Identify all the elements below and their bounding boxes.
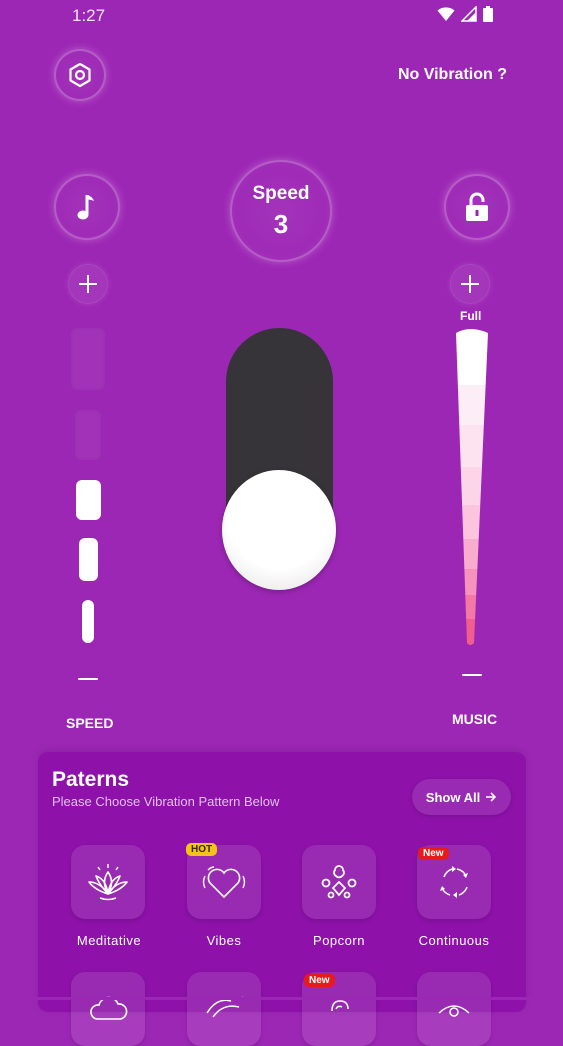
music-button[interactable] bbox=[54, 174, 120, 240]
patterns-title: Paterns bbox=[52, 768, 130, 791]
refresh-cycle-icon bbox=[440, 866, 468, 898]
show-all-label: Show All bbox=[425, 789, 481, 805]
speed-bar-5[interactable] bbox=[71, 328, 105, 390]
swirl-icon bbox=[331, 1000, 349, 1012]
wifi-icon bbox=[437, 7, 455, 21]
pattern-tile-swirl[interactable]: New bbox=[302, 972, 376, 1046]
music-volume-bar[interactable] bbox=[450, 325, 494, 650]
music-decrease-button[interactable] bbox=[462, 674, 482, 676]
pattern-label-meditative: Meditative bbox=[76, 933, 142, 948]
pattern-label-vibes: Vibes bbox=[206, 933, 242, 948]
arrow-right-icon bbox=[486, 792, 497, 802]
plus-icon bbox=[79, 275, 97, 293]
lotus-icon bbox=[88, 864, 128, 901]
settings-hexagon-icon bbox=[69, 62, 91, 88]
speed-bar-4[interactable] bbox=[75, 410, 101, 460]
pattern-tile-popcorn[interactable] bbox=[302, 845, 376, 919]
heart-vibes-icon bbox=[202, 866, 246, 899]
unlock-icon bbox=[466, 192, 488, 221]
signal-icon bbox=[461, 6, 477, 22]
plus-icon bbox=[461, 275, 479, 293]
no-vibration-link[interactable]: No Vibration ? bbox=[398, 66, 507, 84]
pattern-tile-cloud[interactable] bbox=[71, 972, 145, 1046]
speed-bar-1[interactable] bbox=[82, 600, 94, 643]
popcorn-icon bbox=[321, 865, 357, 899]
pattern-label-popcorn: Popcorn bbox=[313, 933, 365, 948]
status-icons bbox=[437, 6, 493, 22]
speed-increase-button[interactable] bbox=[68, 264, 108, 304]
speed-bar-2[interactable] bbox=[79, 538, 98, 581]
pattern-label-continuous: Continuous bbox=[418, 933, 490, 948]
pattern-tile-waves[interactable] bbox=[187, 972, 261, 1046]
eye-icon bbox=[438, 1005, 470, 1017]
lock-button[interactable] bbox=[444, 174, 510, 240]
music-increase-button[interactable] bbox=[450, 264, 490, 304]
status-time: 1:27 bbox=[72, 6, 106, 25]
speed-display: Speed 3 bbox=[230, 160, 332, 262]
music-full-label: Full bbox=[460, 309, 482, 323]
pattern-tile-continuous[interactable]: New bbox=[417, 845, 491, 919]
vibration-toggle-knob[interactable] bbox=[222, 470, 336, 590]
battery-icon bbox=[483, 6, 493, 22]
new-badge: New bbox=[304, 974, 335, 987]
speed-label: SPEED bbox=[66, 715, 114, 731]
speed-bar-3[interactable] bbox=[76, 480, 101, 520]
waves-icon bbox=[206, 996, 244, 1018]
pattern-tile-eye[interactable] bbox=[417, 972, 491, 1046]
new-badge: New bbox=[418, 847, 449, 860]
pattern-tile-vibes[interactable]: HOT bbox=[186, 843, 261, 919]
pattern-tile-meditative[interactable] bbox=[71, 845, 145, 919]
speed-display-label: Speed bbox=[252, 182, 310, 204]
show-all-button[interactable]: Show All bbox=[412, 779, 511, 815]
hot-badge: HOT bbox=[186, 843, 218, 856]
music-label: MUSIC bbox=[452, 711, 498, 727]
patterns-subtitle: Please Choose Vibration Pattern Below bbox=[52, 794, 280, 809]
settings-button[interactable] bbox=[54, 49, 106, 101]
speed-decrease-button[interactable] bbox=[78, 678, 98, 680]
speed-display-value: 3 bbox=[273, 208, 289, 239]
music-note-icon bbox=[77, 195, 94, 220]
cloud-icon bbox=[90, 996, 128, 1020]
